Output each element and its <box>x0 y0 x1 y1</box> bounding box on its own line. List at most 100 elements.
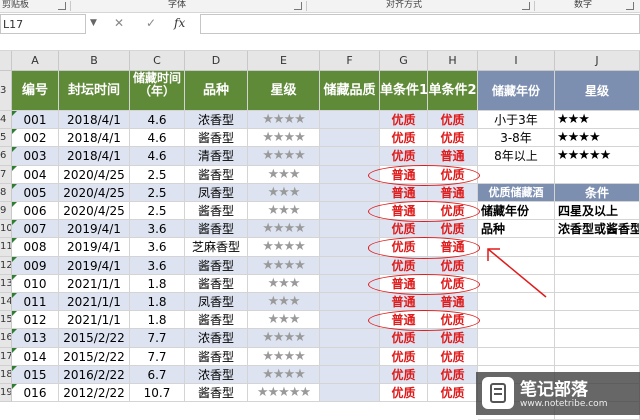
empty-cell[interactable] <box>478 347 555 366</box>
empty-cell[interactable] <box>478 311 555 330</box>
data-cell-type[interactable]: 清香型 <box>185 147 248 166</box>
legend-header-stars[interactable]: 星级 <box>555 71 640 111</box>
name-box-dropdown-icon[interactable]: ▼ <box>90 18 97 28</box>
legend-stars-cell[interactable]: ★★★★ <box>555 129 640 148</box>
data-cell-stars[interactable]: ★★★ <box>248 293 320 312</box>
data-cell-type[interactable]: 酱香型 <box>185 384 248 403</box>
data-cell-c2[interactable]: 普通 <box>428 238 478 257</box>
data-cell-id[interactable]: 004 <box>12 165 59 184</box>
data-cell-stars[interactable]: ★★★★ <box>248 111 320 130</box>
data-cell-date[interactable]: 2019/4/1 <box>59 220 130 239</box>
data-cell-c2[interactable]: 普通 <box>428 147 478 166</box>
data-cell-type[interactable]: 凤香型 <box>185 183 248 202</box>
data-cell-c2[interactable]: 普通 <box>428 183 478 202</box>
header-cell[interactable]: 编号 <box>12 71 59 111</box>
data-cell-type[interactable]: 酱香型 <box>185 165 248 184</box>
data-cell-type[interactable]: 凤香型 <box>185 293 248 312</box>
data-cell-date[interactable]: 2020/4/25 <box>59 183 130 202</box>
clipboard-launcher-icon[interactable] <box>58 2 66 10</box>
legend-years-cell[interactable]: 3-8年 <box>478 129 555 148</box>
column-header-f[interactable]: F <box>320 51 380 71</box>
data-cell-c2[interactable]: 优质 <box>428 129 478 148</box>
header-cell[interactable]: 品种 <box>185 71 248 111</box>
data-cell-date[interactable]: 2016/2/22 <box>59 365 130 384</box>
data-cell-date[interactable]: 2021/1/1 <box>59 293 130 312</box>
blank-cell[interactable] <box>555 165 640 184</box>
data-cell-q[interactable] <box>320 111 380 130</box>
data-cell-c2[interactable]: 优质 <box>428 274 478 293</box>
data-cell-q[interactable] <box>320 256 380 275</box>
data-cell-stars[interactable]: ★★★★ <box>248 220 320 239</box>
data-cell-c2[interactable]: 优质 <box>428 202 478 221</box>
data-cell-q[interactable] <box>320 365 380 384</box>
data-cell-c2[interactable]: 优质 <box>428 256 478 275</box>
data-cell-id[interactable]: 002 <box>12 129 59 148</box>
empty-cell[interactable] <box>555 329 640 348</box>
data-cell-c2[interactable]: 优质 <box>428 165 478 184</box>
conditions-header-title[interactable]: 优质储藏酒 <box>478 183 555 202</box>
data-cell-q[interactable] <box>320 384 380 403</box>
data-cell-date[interactable]: 2015/2/22 <box>59 329 130 348</box>
data-cell-id[interactable]: 016 <box>12 384 59 403</box>
data-cell-c1[interactable]: 普通 <box>380 293 428 312</box>
data-cell-q[interactable] <box>320 147 380 166</box>
data-cell-c1[interactable]: 优质 <box>380 384 428 403</box>
row-header[interactable]: 3 <box>0 71 12 111</box>
data-cell-c1[interactable]: 普通 <box>380 202 428 221</box>
row-header[interactable]: 8 <box>0 183 12 202</box>
data-cell-years[interactable]: 4.6 <box>130 111 185 130</box>
data-cell-type[interactable]: 酱香型 <box>185 347 248 366</box>
data-cell-id[interactable]: 009 <box>12 256 59 275</box>
row-header[interactable]: 17 <box>0 347 12 366</box>
data-cell-c1[interactable]: 普通 <box>380 165 428 184</box>
data-cell-date[interactable]: 2012/2/22 <box>59 384 130 403</box>
data-cell-years[interactable]: 2.5 <box>130 202 185 221</box>
header-cell[interactable]: 单条件2 <box>428 71 478 111</box>
data-cell-id[interactable]: 012 <box>12 311 59 330</box>
data-cell-date[interactable]: 2015/2/22 <box>59 347 130 366</box>
legend-header-years[interactable]: 储藏年份 <box>478 71 555 111</box>
column-header-a[interactable]: A <box>12 51 59 71</box>
header-cell[interactable]: 单条件1 <box>380 71 428 111</box>
data-cell-years[interactable]: 2.5 <box>130 183 185 202</box>
column-header-e[interactable]: E <box>248 51 320 71</box>
row-header[interactable]: 14 <box>0 293 12 312</box>
data-cell-type[interactable]: 浓香型 <box>185 365 248 384</box>
row-header[interactable]: 11 <box>0 238 12 257</box>
row-header[interactable]: 19 <box>0 384 12 403</box>
row-header[interactable]: 6 <box>0 147 12 166</box>
data-cell-c1[interactable]: 优质 <box>380 129 428 148</box>
data-cell-date[interactable]: 2018/4/1 <box>59 129 130 148</box>
row-header[interactable]: 4 <box>0 111 12 130</box>
data-cell-c2[interactable]: 优质 <box>428 365 478 384</box>
data-cell-c1[interactable]: 优质 <box>380 238 428 257</box>
data-cell-type[interactable]: 酱香型 <box>185 274 248 293</box>
data-cell-years[interactable]: 7.7 <box>130 329 185 348</box>
row-header[interactable]: 15 <box>0 311 12 330</box>
data-cell-years[interactable]: 6.7 <box>130 365 185 384</box>
empty-cell[interactable] <box>555 293 640 312</box>
conditions-label-cell[interactable]: 品种 <box>478 220 555 239</box>
data-cell-stars[interactable]: ★★★ <box>248 165 320 184</box>
data-cell-q[interactable] <box>320 165 380 184</box>
row-header[interactable]: 12 <box>0 256 12 275</box>
row-header[interactable]: 13 <box>0 274 12 293</box>
column-header-c[interactable]: C <box>130 51 185 71</box>
data-cell-years[interactable]: 1.8 <box>130 311 185 330</box>
data-cell-type[interactable]: 酱香型 <box>185 256 248 275</box>
data-cell-id[interactable]: 015 <box>12 365 59 384</box>
data-cell-stars[interactable]: ★★★★ <box>248 365 320 384</box>
data-cell-stars[interactable]: ★★★★ <box>248 256 320 275</box>
data-cell-c1[interactable]: 普通 <box>380 274 428 293</box>
data-cell-stars[interactable]: ★★★★ <box>248 347 320 366</box>
data-cell-date[interactable]: 2021/1/1 <box>59 274 130 293</box>
name-box[interactable]: L17 <box>0 14 86 34</box>
data-cell-q[interactable] <box>320 129 380 148</box>
header-cell[interactable]: 储藏时间（年） <box>130 71 185 111</box>
data-cell-type[interactable]: 酱香型 <box>185 129 248 148</box>
data-cell-date[interactable]: 2019/4/1 <box>59 256 130 275</box>
data-cell-c1[interactable]: 优质 <box>380 365 428 384</box>
data-cell-years[interactable]: 3.6 <box>130 238 185 257</box>
data-cell-id[interactable]: 007 <box>12 220 59 239</box>
data-cell-type[interactable]: 酱香型 <box>185 220 248 239</box>
